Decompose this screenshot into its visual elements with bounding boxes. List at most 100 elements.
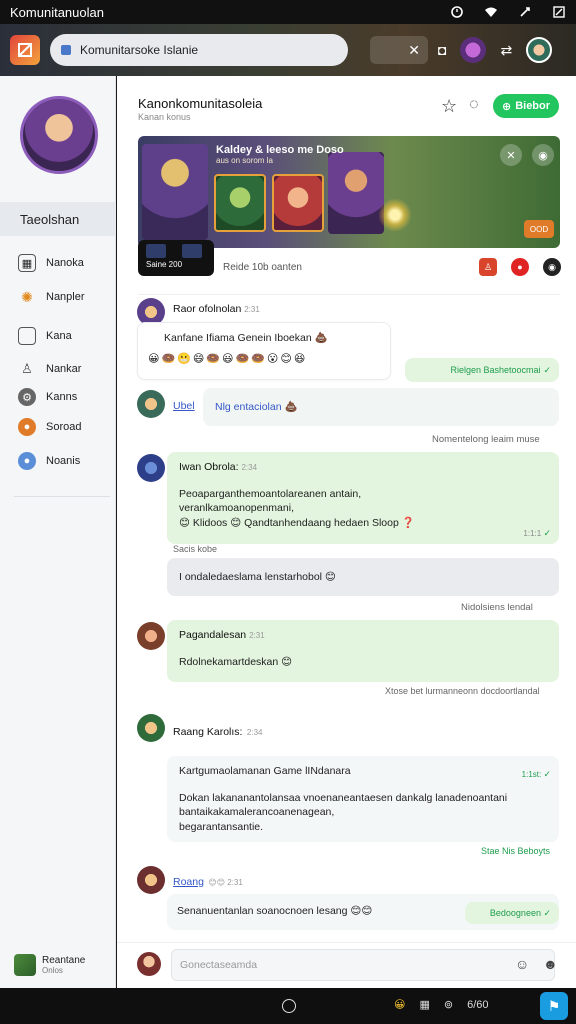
sticker-icon[interactable]: ☺ [515,956,529,972]
sidebar-item-soroad[interactable]: ● Soroad [18,418,81,436]
calendar-icon: ▦ [18,254,36,272]
record-icon[interactable]: ● [511,258,529,276]
sidebar-item-nankar[interactable]: ♙ Nankar [18,360,81,378]
message-author[interactable]: Ubel [173,400,195,412]
address-bar[interactable]: Komunitarsoke Islanie [50,34,348,66]
sidebar-item-label: Kana [46,330,72,342]
status-bar: Komunitanuolan [0,0,576,24]
nav-bar: 😀 ▦ ⊚ 6/60 ⚑ [0,988,576,1024]
status-note: Nidolsiens lendal [461,602,533,613]
message-composer: Gonectaseamda ☺ ☻ [117,942,576,988]
message-avatar[interactable] [137,622,165,650]
sidebar-heading[interactable]: Taeolshan [0,202,116,236]
sidebar-item-nanoka[interactable]: ▦ Nanoka [18,254,84,272]
sidebar-divider [14,496,110,497]
glow-effect [378,198,412,232]
message-line: begarantansantie. [179,821,264,834]
message-author: Pagandalesan [179,629,247,641]
message-bubble[interactable]: Pagandalesan 2:31 Rdolnekamartdeskan 😊 [167,620,559,682]
notification-icon[interactable]: ◌ [469,96,479,114]
system-tray: 😀 ▦ ⊚ 6/60 [394,998,489,1012]
message-line: Peoaparganthemoantolareanen antain, [179,487,362,500]
message-line: 😊 Klidoos 😊 Qandtanhendaang hedaen Sloop… [179,517,415,530]
profile-avatar[interactable] [526,37,553,63]
join-button[interactable]: ⊕ Biebor [493,94,559,118]
channel-banner[interactable]: Kaldey & leeso me Doso aus on sorom la ✕… [138,136,560,248]
composer-avatar [137,952,161,976]
site-icon [61,45,71,55]
target-icon[interactable]: ⊚ [444,998,453,1011]
message-line: veranlkamoanopenmani, [179,502,294,515]
message-bubble[interactable]: Kanfane Ifiama Genein Iboekan 💩 😀🍩😬😄🍩😃🍩🍩… [137,322,391,380]
media-thumbnail [182,244,202,258]
sidebar-item-nanpler[interactable]: ✺ Nanpler [18,288,84,306]
message-author: Iwan Obrola: [179,461,239,473]
address-text: Komunitarsoke Islanie [80,43,199,57]
message-bubble[interactable]: Kartgumaolamanan Game lINdanara Dokan la… [167,756,559,842]
mute-icon[interactable]: ✕ [500,144,522,166]
channel-subtitle: Kanan konus [138,112,191,122]
community-avatar[interactable] [20,96,98,174]
sidebar-item-kana[interactable]: Kana [18,327,72,345]
message-text: I ondaledaeslama lenstarhobol 😊 [179,571,336,583]
main-panel: Kanonkomunitasoleia Kanan konus ☆ ◌ ⊕ Bi… [117,76,576,988]
input-placeholder: Gonectaseamda [180,959,258,971]
join-label: Biebor [515,100,551,112]
alarm-icon [451,6,463,18]
wifi-icon [485,7,497,17]
message-author: Raor ofolnolan [173,303,242,315]
grid-icon[interactable]: ▦ [419,998,429,1011]
status-note: Sacis kobe [173,544,218,554]
check-icon: ✓ [543,769,551,779]
emoji-reactions[interactable]: 😀🍩😬😄🍩😃🍩🍩😮😊😆 [148,352,380,367]
message-input[interactable]: Gonectaseamda [171,949,555,981]
app-logo-icon[interactable] [10,35,40,65]
message-bubble[interactable]: I ondaledaeslama lenstarhobol 😊 [167,558,559,596]
message-time: 2:34 [241,463,258,472]
gamepad-icon[interactable]: ◉ [532,144,554,166]
person-red-icon[interactable]: ♙ [479,258,497,276]
message-text: Senanuentanlan soanocnoen lesang 😊😊 [177,905,373,917]
message-avatar[interactable] [137,714,165,742]
avatar-icon[interactable] [460,37,487,63]
tray-label: 6/60 [467,998,489,1011]
media-chip-text: Saine 200 [146,260,183,269]
message-time: 2:34 [246,728,263,737]
sidebar-item-noanis[interactable]: ● Noanis [18,452,80,470]
media-chip[interactable]: Saine 200 [138,240,214,276]
search-icon: ⊕ [501,100,512,113]
message-bubble[interactable]: Iwan Obrola: 2:34 Peoaparganthemoantolar… [167,452,559,544]
message-line: Dokan lakananantolansaa vnoenaneantaesen… [179,791,508,804]
person-icon: ♙ [21,361,33,376]
message-author: Raang Karolıs: [173,726,243,738]
panda-icon[interactable]: ◉ [543,258,561,276]
character-art [142,144,208,240]
flag-icon: ⚑ [547,997,561,1014]
message-avatar[interactable] [137,390,165,418]
note-text: Bedoogneen ✓ [489,908,551,918]
message-avatar[interactable] [137,866,165,894]
home-button[interactable] [282,999,296,1013]
user-name: Reantane [42,955,86,966]
message-heading: Kartgumaolamanan Game lINdanara [179,765,351,777]
media-thumbnail [146,244,166,258]
message-avatar[interactable] [137,454,165,482]
message-author[interactable]: Roang [173,876,204,888]
banner-badge[interactable]: OOD [524,220,554,238]
emoji-tray-icon[interactable]: 😀 [394,998,405,1011]
message-time: 😊😊 2:31 [208,878,243,887]
character-art [214,174,266,232]
sidebar-item-kanns[interactable]: ⚙ Kanns [18,388,77,406]
star-icon[interactable]: ☆ [441,96,457,117]
banner-subtitle: aus on sorom la [216,156,273,165]
sharing-icon[interactable]: ⇄ [500,42,512,59]
emoji-icon[interactable]: ☻ [543,956,558,972]
settings-icon: ⚙ [18,388,36,406]
sidebar-user[interactable]: Reantane Onlos [14,954,85,976]
status-note: Nomentelong leaim muse [432,434,540,445]
message-bubble[interactable]: Nlg entaciolan 💩 [203,388,559,426]
blue-circle-icon: ● [18,452,36,470]
flag-button[interactable]: ⚑ [540,992,568,1020]
camera-icon[interactable]: ◘ [438,42,446,58]
clear-button[interactable]: ✕ [370,36,428,64]
